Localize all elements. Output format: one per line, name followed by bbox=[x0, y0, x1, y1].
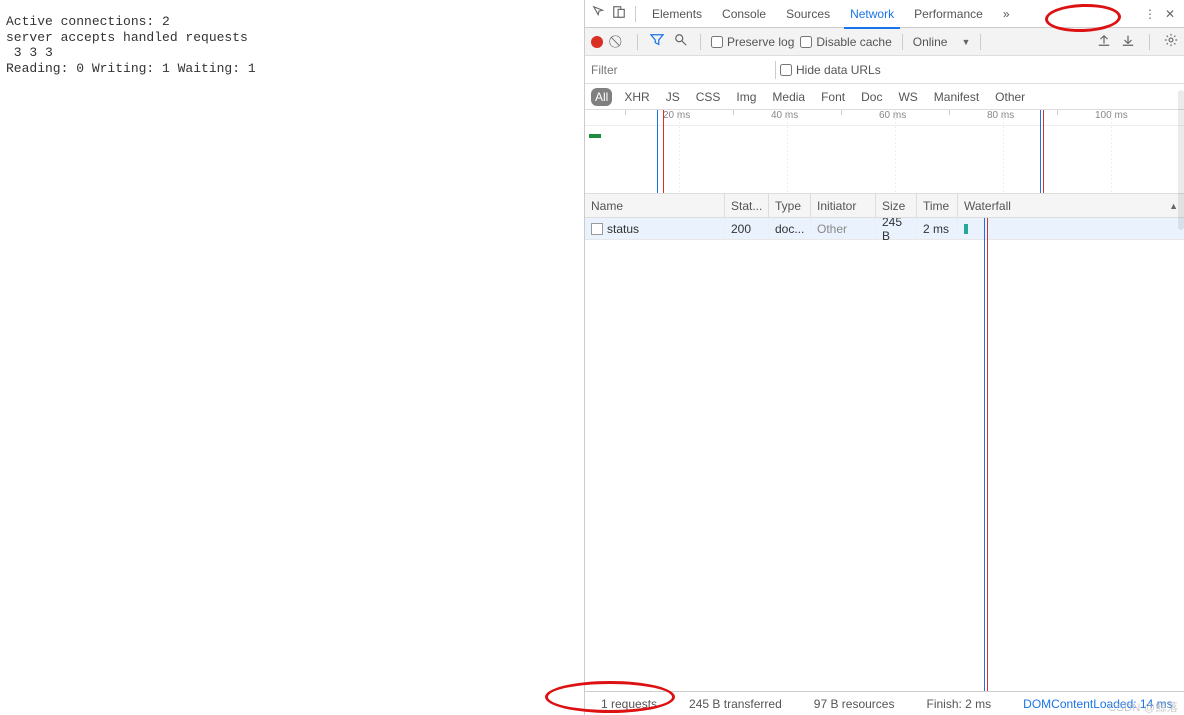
overview-timeline[interactable]: 20 ms 40 ms 60 ms 80 ms 100 ms bbox=[585, 110, 1184, 194]
col-type[interactable]: Type bbox=[769, 194, 811, 217]
timeline-marker bbox=[1043, 110, 1044, 193]
tab-network[interactable]: Network bbox=[840, 0, 904, 28]
separator bbox=[637, 34, 638, 50]
preserve-log-input[interactable] bbox=[711, 36, 723, 48]
waterfall-bar bbox=[964, 224, 968, 234]
load-line bbox=[987, 218, 988, 691]
load-line bbox=[663, 110, 664, 193]
tick-label: 40 ms bbox=[771, 110, 798, 121]
separator bbox=[1149, 34, 1150, 50]
network-toolbar: ⃠ Preserve log Disable cache Online ▼ bbox=[585, 28, 1184, 56]
separator bbox=[902, 34, 903, 50]
table-row[interactable]: status 200 doc... Other 245 B 2 ms bbox=[585, 218, 1184, 240]
disable-cache-input[interactable] bbox=[800, 36, 812, 48]
status-resources: 97 B resources bbox=[806, 697, 903, 711]
status-domcontentloaded: DOMContentLoaded: 14 ms bbox=[1015, 697, 1180, 711]
tick-label: 60 ms bbox=[879, 110, 906, 121]
request-size: 245 B bbox=[876, 218, 917, 239]
filter-icon[interactable] bbox=[648, 33, 666, 50]
tab-performance[interactable]: Performance bbox=[904, 0, 993, 28]
filter-img[interactable]: Img bbox=[732, 88, 760, 106]
tick-label: 80 ms bbox=[987, 110, 1014, 121]
col-status[interactable]: Stat... bbox=[725, 194, 769, 217]
type-filters: All XHR JS CSS Img Media Font Doc WS Man… bbox=[585, 84, 1184, 110]
requests-table-body: status 200 doc... Other 245 B 2 ms bbox=[585, 218, 1184, 691]
devtools-tabs: Elements Console Sources Network Perform… bbox=[585, 0, 1184, 28]
tabs-overflow[interactable]: » bbox=[993, 0, 1020, 28]
upload-har-icon[interactable] bbox=[1097, 33, 1111, 50]
devtools-panel: Elements Console Sources Network Perform… bbox=[584, 0, 1184, 715]
status-bar: 1 requests 245 B transferred 97 B resour… bbox=[585, 691, 1184, 715]
filter-row: Hide data URLs bbox=[585, 56, 1184, 84]
request-name: status bbox=[607, 222, 639, 236]
page-output: Active connections: 2 server accepts han… bbox=[0, 0, 584, 715]
hide-data-urls-input[interactable] bbox=[780, 64, 792, 76]
filter-font[interactable]: Font bbox=[817, 88, 849, 106]
filter-ws[interactable]: WS bbox=[894, 88, 921, 106]
hide-data-urls-label: Hide data URLs bbox=[796, 63, 881, 77]
col-waterfall[interactable]: Waterfall▲ bbox=[958, 194, 1184, 217]
separator bbox=[980, 34, 981, 50]
separator bbox=[700, 34, 701, 50]
search-icon[interactable] bbox=[672, 33, 690, 50]
filter-manifest[interactable]: Manifest bbox=[930, 88, 983, 106]
filter-doc[interactable]: Doc bbox=[857, 88, 886, 106]
filter-input[interactable] bbox=[591, 60, 771, 80]
close-icon[interactable]: ✕ bbox=[1160, 7, 1180, 21]
col-name[interactable]: Name bbox=[585, 194, 725, 217]
throttling-dropdown[interactable]: Online ▼ bbox=[913, 35, 971, 49]
device-toggle-icon[interactable] bbox=[609, 5, 629, 22]
separator bbox=[635, 6, 636, 22]
status-finish: Finish: 2 ms bbox=[918, 697, 999, 711]
record-button[interactable] bbox=[591, 36, 603, 48]
col-initiator[interactable]: Initiator bbox=[811, 194, 876, 217]
request-type: doc... bbox=[769, 218, 811, 239]
status-transferred: 245 B transferred bbox=[681, 697, 790, 711]
chevron-down-icon: ▼ bbox=[961, 37, 970, 47]
document-icon bbox=[591, 223, 603, 235]
requests-table-header: Name Stat... Type Initiator Size Time Wa… bbox=[585, 194, 1184, 218]
filter-media[interactable]: Media bbox=[768, 88, 809, 106]
tab-console[interactable]: Console bbox=[712, 0, 776, 28]
scrollbar[interactable] bbox=[1178, 90, 1184, 230]
preserve-log-label: Preserve log bbox=[727, 35, 794, 49]
tick-label: 20 ms bbox=[663, 110, 690, 121]
col-size[interactable]: Size bbox=[876, 194, 917, 217]
kebab-icon[interactable]: ⋮ bbox=[1140, 7, 1160, 21]
separator bbox=[775, 61, 776, 79]
sort-arrow-icon: ▲ bbox=[1169, 201, 1178, 211]
download-har-icon[interactable] bbox=[1121, 33, 1135, 50]
throttling-value: Online bbox=[913, 35, 948, 49]
status-requests: 1 requests bbox=[593, 697, 665, 711]
filter-css[interactable]: CSS bbox=[692, 88, 725, 106]
filter-js[interactable]: JS bbox=[662, 88, 684, 106]
filter-other[interactable]: Other bbox=[991, 88, 1029, 106]
tab-elements[interactable]: Elements bbox=[642, 0, 712, 28]
request-initiator: Other bbox=[811, 218, 876, 239]
request-status: 200 bbox=[725, 218, 769, 239]
inspect-icon[interactable] bbox=[589, 5, 609, 22]
filter-all[interactable]: All bbox=[591, 88, 612, 106]
disable-cache-checkbox[interactable]: Disable cache bbox=[800, 35, 891, 49]
hide-data-urls-checkbox[interactable]: Hide data URLs bbox=[780, 63, 881, 77]
gear-icon[interactable] bbox=[1164, 33, 1178, 50]
tab-sources[interactable]: Sources bbox=[776, 0, 840, 28]
filter-xhr[interactable]: XHR bbox=[620, 88, 653, 106]
domcontentloaded-line bbox=[657, 110, 658, 193]
timeline-marker bbox=[1040, 110, 1041, 193]
overview-request-bar bbox=[589, 134, 601, 138]
disable-cache-label: Disable cache bbox=[816, 35, 891, 49]
preserve-log-checkbox[interactable]: Preserve log bbox=[711, 35, 794, 49]
request-waterfall-cell bbox=[958, 218, 1184, 239]
domcontentloaded-line bbox=[984, 218, 985, 691]
request-time: 2 ms bbox=[917, 218, 958, 239]
col-time[interactable]: Time bbox=[917, 194, 958, 217]
clear-icon[interactable]: ⃠ bbox=[609, 34, 627, 49]
